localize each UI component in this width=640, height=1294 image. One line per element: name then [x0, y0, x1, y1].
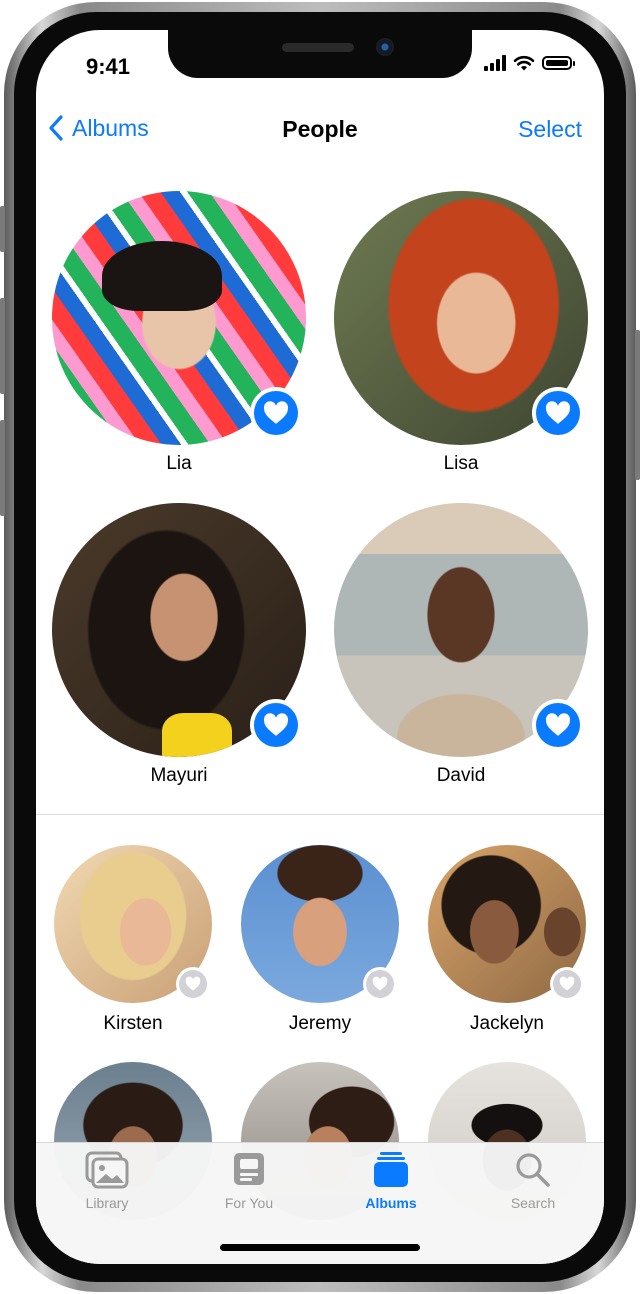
- favorite-heart-button[interactable]: [532, 387, 584, 439]
- person-kirsten[interactable]: Kirsten: [54, 845, 212, 1034]
- favorite-heart-button[interactable]: [363, 967, 397, 1001]
- screen: 9:41 Albums People Select Lia Lisa Mayur…: [36, 30, 604, 1264]
- status-time: 9:41: [86, 54, 131, 79]
- tab-library[interactable]: Library: [36, 1151, 178, 1211]
- status-icons: [484, 55, 575, 71]
- person-name: Lia: [166, 453, 192, 474]
- power-button: [635, 330, 640, 480]
- favorite-person-david[interactable]: David: [334, 503, 588, 786]
- person-name: Kirsten: [103, 1013, 163, 1034]
- tab-label: For You: [224, 1195, 274, 1211]
- for-you-icon: [234, 1153, 264, 1185]
- heart-outline-icon: [372, 976, 388, 991]
- favorite-heart-button[interactable]: [250, 699, 302, 751]
- tab-for-you[interactable]: For You: [178, 1151, 320, 1211]
- photos-icon: [85, 1151, 129, 1189]
- wifi-icon: [513, 55, 535, 71]
- heart-icon: [263, 401, 289, 424]
- select-button[interactable]: Select: [518, 116, 582, 143]
- side-button: [0, 206, 5, 252]
- volume-up-button: [0, 298, 5, 394]
- person-name: Mayuri: [150, 765, 208, 786]
- search-icon: [516, 1153, 550, 1187]
- tab-label: Library: [85, 1195, 129, 1211]
- earpiece-speaker: [282, 43, 354, 52]
- person-name: Lisa: [443, 453, 479, 474]
- tab-label: Albums: [365, 1195, 417, 1211]
- favorite-person-lia[interactable]: Lia: [52, 191, 306, 474]
- favorite-person-lisa[interactable]: Lisa: [334, 191, 588, 474]
- tab-albums[interactable]: Albums: [320, 1151, 462, 1211]
- battery-icon: [542, 56, 575, 70]
- person-name: Jeremy: [288, 1013, 352, 1034]
- front-camera: [376, 38, 394, 56]
- notch: [168, 30, 472, 78]
- volume-down-button: [0, 420, 5, 516]
- section-divider: [36, 814, 604, 815]
- heart-outline-icon: [185, 976, 201, 991]
- favorite-person-mayuri[interactable]: Mayuri: [52, 503, 306, 786]
- person-name: Jackelyn: [470, 1013, 544, 1034]
- person-name: David: [436, 765, 486, 786]
- heart-icon: [545, 401, 571, 424]
- favorite-heart-button[interactable]: [176, 967, 210, 1001]
- heart-icon: [263, 713, 289, 736]
- albums-icon: [374, 1152, 408, 1187]
- favorite-heart-button[interactable]: [550, 967, 584, 1001]
- home-indicator[interactable]: [220, 1244, 420, 1251]
- tab-search[interactable]: Search: [462, 1151, 604, 1211]
- person-jeremy[interactable]: Jeremy: [241, 845, 399, 1034]
- tab-label: Search: [510, 1195, 556, 1211]
- heart-outline-icon: [559, 976, 575, 991]
- heart-icon: [545, 713, 571, 736]
- person-jackelyn[interactable]: Jackelyn: [428, 845, 586, 1034]
- favorite-heart-button[interactable]: [532, 699, 584, 751]
- cellular-signal-icon: [484, 55, 506, 71]
- favorite-heart-button[interactable]: [250, 387, 302, 439]
